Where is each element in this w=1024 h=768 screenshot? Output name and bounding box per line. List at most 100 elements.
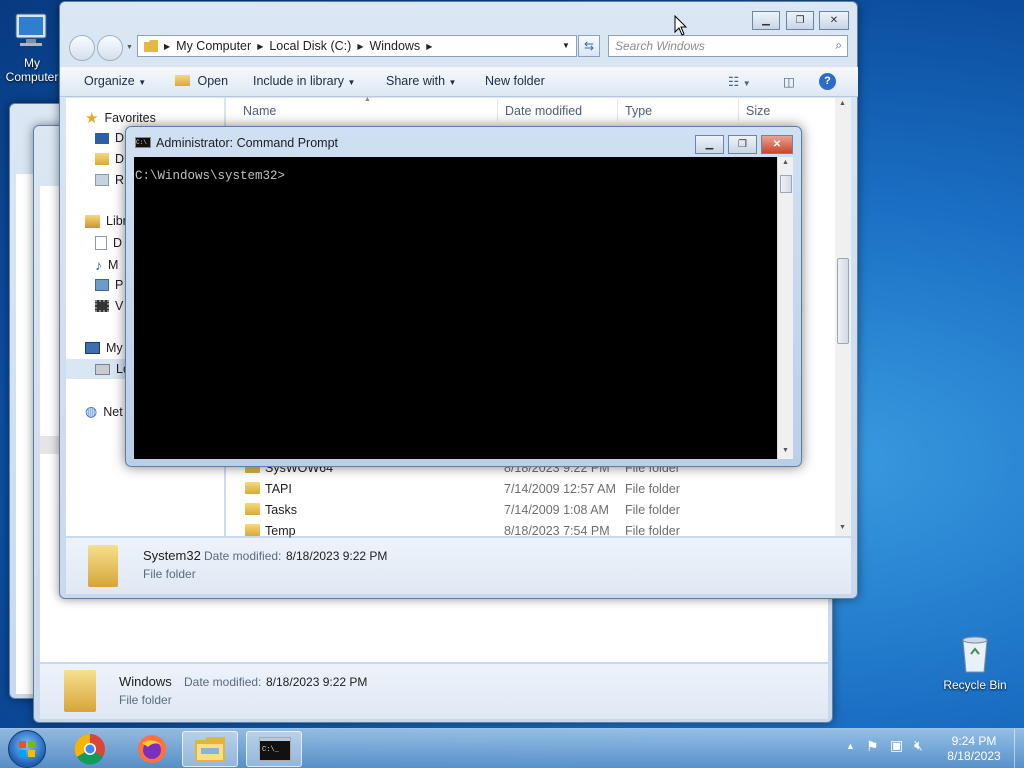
file-row[interactable]: Tasks 7/14/2009 1:08 AM File folder	[243, 500, 823, 521]
svg-text:C:\_: C:\_	[262, 746, 280, 754]
breadcrumb-my-computer[interactable]: My Computer	[176, 39, 251, 53]
taskbar-firefox[interactable]	[124, 731, 180, 767]
nav-item-desktop[interactable]: D	[95, 131, 124, 145]
search-icon: ⌕	[835, 38, 842, 52]
star-icon: ★	[85, 110, 99, 127]
file-row[interactable]: TAPI 7/14/2009 12:57 AM File folder	[243, 479, 823, 500]
recycle-bin-icon	[953, 632, 997, 676]
cmd-minimize-button[interactable]: ▁	[695, 135, 724, 154]
new-folder-button[interactable]: New folder	[485, 74, 545, 88]
nav-item-downloads[interactable]: D	[95, 152, 124, 166]
nav-item-documents[interactable]: D	[95, 236, 122, 250]
help-icon: ?	[824, 75, 831, 87]
documents-icon	[95, 236, 107, 250]
my-computer-icon	[10, 10, 54, 54]
nav-item-pictures[interactable]: P	[95, 278, 123, 292]
forward-button[interactable]	[97, 35, 123, 61]
recent-places-icon	[95, 174, 109, 186]
file-list-scrollbar[interactable]: ▲ ▼	[835, 98, 851, 536]
nav-item-recent[interactable]: R	[95, 173, 124, 187]
cmd-scrollbar[interactable]: ▲ ▼	[777, 157, 793, 459]
taskbar: C:\_ ▲ ⚑ ▣ 🔇︎ 9:24 PM 8/18/2023	[0, 728, 1024, 768]
cmd-maximize-button[interactable]: ❐	[728, 135, 757, 154]
cmd-icon: C:\_	[259, 737, 291, 761]
taskbar-cmd[interactable]: C:\_	[246, 731, 302, 767]
chevron-right-icon: ▶	[257, 41, 264, 51]
nav-item-music[interactable]: ♪ M	[95, 257, 118, 273]
cmd-prompt-text: C:\Windows\system32>	[135, 169, 286, 183]
open-button[interactable]: Open	[175, 74, 228, 88]
address-dropdown-icon[interactable]: ▼	[562, 41, 570, 50]
show-desktop-button[interactable]	[1014, 729, 1024, 768]
minimize-button[interactable]: ▁	[752, 11, 780, 30]
details-modified-value: 8/18/2023 9:22 PM	[286, 549, 388, 563]
cmd-console[interactable]: C:\Windows\system32>	[134, 157, 777, 459]
folder-icon	[245, 524, 260, 536]
scrollbar-thumb[interactable]	[780, 175, 792, 193]
preview-pane-button[interactable]: ◫	[783, 74, 795, 89]
cmd-close-button[interactable]: ✕	[761, 135, 793, 154]
maximize-button[interactable]: ❐	[786, 11, 814, 30]
breadcrumb-local-disk[interactable]: Local Disk (C:)	[269, 39, 351, 53]
share-with-button[interactable]: Share with ▼	[386, 74, 456, 88]
details-modified-label: Date modified:	[204, 549, 282, 563]
sort-ascending-icon: ▲	[364, 96, 371, 103]
show-hidden-icons-button[interactable]: ▲	[846, 741, 855, 751]
include-in-library-button[interactable]: Include in library ▼	[253, 74, 355, 88]
chevron-down-icon: ▼	[347, 78, 356, 87]
chevron-down-icon: ▼	[448, 78, 457, 87]
explorer-icon	[195, 737, 225, 762]
scrollbar-thumb[interactable]	[837, 258, 849, 344]
organize-button[interactable]: Organize ▼	[84, 74, 146, 88]
start-button[interactable]	[8, 730, 46, 768]
network-tray-icon[interactable]: ▣	[890, 737, 903, 754]
breadcrumb-windows[interactable]: Windows	[369, 39, 420, 53]
change-view-button[interactable]: ☷ ▼	[728, 74, 751, 89]
details-name: System32	[143, 548, 201, 563]
back-button[interactable]	[69, 35, 95, 61]
refresh-button[interactable]: ⇆	[578, 35, 600, 57]
folder-large-icon	[64, 670, 96, 712]
scroll-down-icon: ▼	[839, 524, 846, 531]
windows-logo-icon	[19, 741, 35, 757]
taskbar-chrome[interactable]	[62, 731, 118, 767]
nav-libraries[interactable]: Libr	[85, 214, 127, 228]
taskbar-explorer[interactable]	[182, 731, 238, 767]
column-header-size[interactable]: Size	[746, 104, 770, 118]
search-placeholder: Search Windows	[615, 39, 705, 53]
help-button[interactable]: ?	[819, 73, 836, 90]
desktop-icon-recycle-bin[interactable]: Recycle Bin	[943, 632, 1007, 692]
nav-item-videos[interactable]: V	[95, 299, 123, 313]
videos-icon	[95, 300, 109, 312]
search-input[interactable]: Search Windows ⌕	[608, 35, 848, 57]
open-label: Open	[197, 74, 229, 88]
details-name: Windows	[119, 674, 172, 689]
chevron-right-icon: ▶	[357, 41, 364, 51]
restore-icon: ❐	[738, 139, 747, 150]
volume-muted-icon[interactable]: 🔇︎	[914, 737, 923, 754]
folder-icon	[245, 482, 260, 494]
address-bar[interactable]: ▶ My Computer ▶ Local Disk (C:) ▶ Window…	[137, 35, 577, 57]
details-modified-value: 8/18/2023 9:22 PM	[266, 675, 368, 689]
column-header-type[interactable]: Type	[625, 104, 652, 118]
nav-network[interactable]: ◍ Net	[85, 403, 123, 420]
action-center-flag-icon[interactable]: ⚑	[866, 738, 879, 755]
firefox-icon	[138, 735, 166, 763]
column-header-date-modified[interactable]: Date modified	[505, 104, 582, 118]
nav-favorites-label: Favorites	[104, 111, 156, 125]
close-button[interactable]: ✕	[819, 11, 849, 30]
command-prompt-window[interactable]: C:\ Administrator: Command Prompt ▁ ❐ ✕ …	[125, 126, 802, 467]
scroll-up-icon: ▲	[782, 159, 789, 166]
desktop-icon-my-computer[interactable]: My Computer	[0, 10, 64, 84]
pictures-icon	[95, 279, 109, 291]
column-header-name[interactable]: Name	[243, 104, 276, 118]
cmd-window-title: Administrator: Command Prompt	[156, 136, 339, 150]
nav-computer[interactable]: My	[85, 341, 123, 355]
nav-favorites[interactable]: ★ Favorites	[85, 109, 156, 127]
preview-pane-icon: ◫	[783, 75, 795, 89]
taskbar-clock[interactable]: 9:24 PM 8/18/2023	[934, 734, 1014, 764]
open-folder-icon	[175, 75, 190, 86]
scroll-up-icon: ▲	[839, 100, 846, 107]
new-folder-label: New folder	[485, 74, 545, 88]
recent-pages-dropdown-icon[interactable]: ▼	[126, 44, 133, 51]
